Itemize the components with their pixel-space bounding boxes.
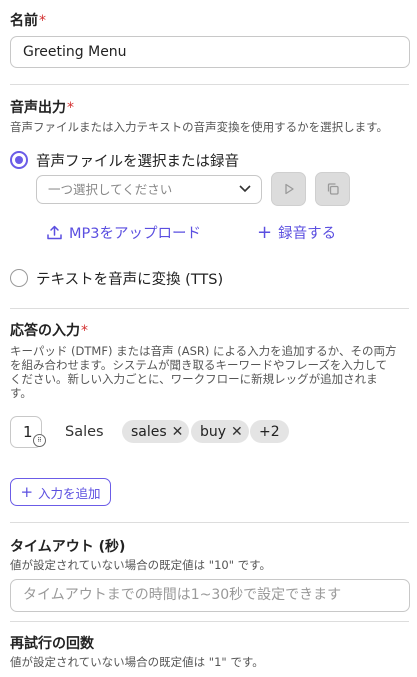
divider	[10, 621, 409, 622]
copy-button[interactable]	[315, 172, 350, 206]
divider	[10, 84, 409, 85]
name-input[interactable]: Greeting Menu	[10, 36, 410, 68]
retry-description: 値が設定されていない場合の既定値は "1" です。	[10, 655, 264, 669]
audio-file-select[interactable]: 一つ選択してください	[36, 175, 262, 204]
description-line: キーパッド (DTMF) または音声 (ASR) による入力を追加するか、その両…	[10, 344, 397, 358]
entry-label: Sales	[65, 424, 104, 440]
add-input-label: 入力を追加	[38, 485, 101, 501]
timeout-description: 値が設定されていない場合の既定値は "10" です。	[10, 558, 272, 572]
more-chips-label: +2	[259, 423, 280, 440]
description-line: す。	[10, 386, 32, 400]
chip-label: sales	[131, 423, 167, 440]
upload-mp3-label: MP3をアップロード	[69, 226, 201, 242]
keyword-chip: buy ✕	[191, 420, 249, 443]
description-line: ください。新しい入力ごとに、ワークフローに新規レッグが追加されま	[10, 372, 378, 386]
chevron-down-icon	[239, 185, 251, 193]
timeout-placeholder: タイムアウトまでの時間は1~30秒で設定できます	[23, 587, 342, 603]
response-input-label: 応答の入力*	[10, 323, 88, 339]
name-input-value: Greeting Menu	[23, 44, 127, 60]
upload-mp3-link[interactable]: MP3をアップロード	[46, 222, 201, 243]
audio-output-description: 音声ファイルまたは入力テキストの音声変換を使用するかを選択します。	[10, 120, 389, 134]
add-input-button[interactable]: + 入力を追加	[10, 478, 111, 506]
play-icon	[284, 183, 294, 195]
plus-icon: +	[20, 482, 34, 501]
keypad-icon: ⠿	[33, 434, 46, 447]
description-line: を組み合わせます。システムが聞き取るキーワードやフレーズを入力して	[10, 358, 388, 372]
radio-tts-label: テキストを音声に変換 (TTS)	[36, 272, 224, 288]
remove-chip-icon[interactable]: ✕	[231, 425, 243, 439]
record-link[interactable]: + 録音する	[257, 222, 336, 243]
divider	[10, 522, 409, 523]
more-chips-badge[interactable]: +2	[250, 420, 289, 443]
record-label: 録音する	[278, 226, 337, 242]
divider	[10, 308, 409, 309]
radio-tts[interactable]	[10, 269, 28, 287]
remove-chip-icon[interactable]: ✕	[172, 425, 184, 439]
dtmf-key-box[interactable]: 1 ⠿	[10, 416, 46, 448]
upload-icon	[47, 225, 62, 240]
copy-icon	[327, 183, 339, 195]
timeout-label: タイムアウト (秒)	[10, 539, 126, 555]
select-placeholder: 一つ選択してください	[48, 182, 173, 197]
chip-label: buy	[200, 423, 227, 440]
plus-icon: +	[257, 221, 273, 243]
keyword-chip: sales ✕	[122, 420, 190, 443]
dtmf-key-value: 1	[23, 423, 33, 441]
radio-audio-file-label: 音声ファイルを選択または録音	[36, 154, 239, 170]
audio-output-label: 音声出力*	[10, 100, 74, 116]
retry-label: 再試行の回数	[10, 636, 94, 652]
timeout-input[interactable]: タイムアウトまでの時間は1~30秒で設定できます	[10, 579, 410, 612]
response-input-description: キーパッド (DTMF) または音声 (ASR) による入力を追加するか、その両…	[10, 344, 396, 400]
play-button[interactable]	[271, 172, 306, 206]
name-label: 名前*	[10, 13, 46, 29]
radio-audio-file[interactable]	[10, 151, 28, 169]
